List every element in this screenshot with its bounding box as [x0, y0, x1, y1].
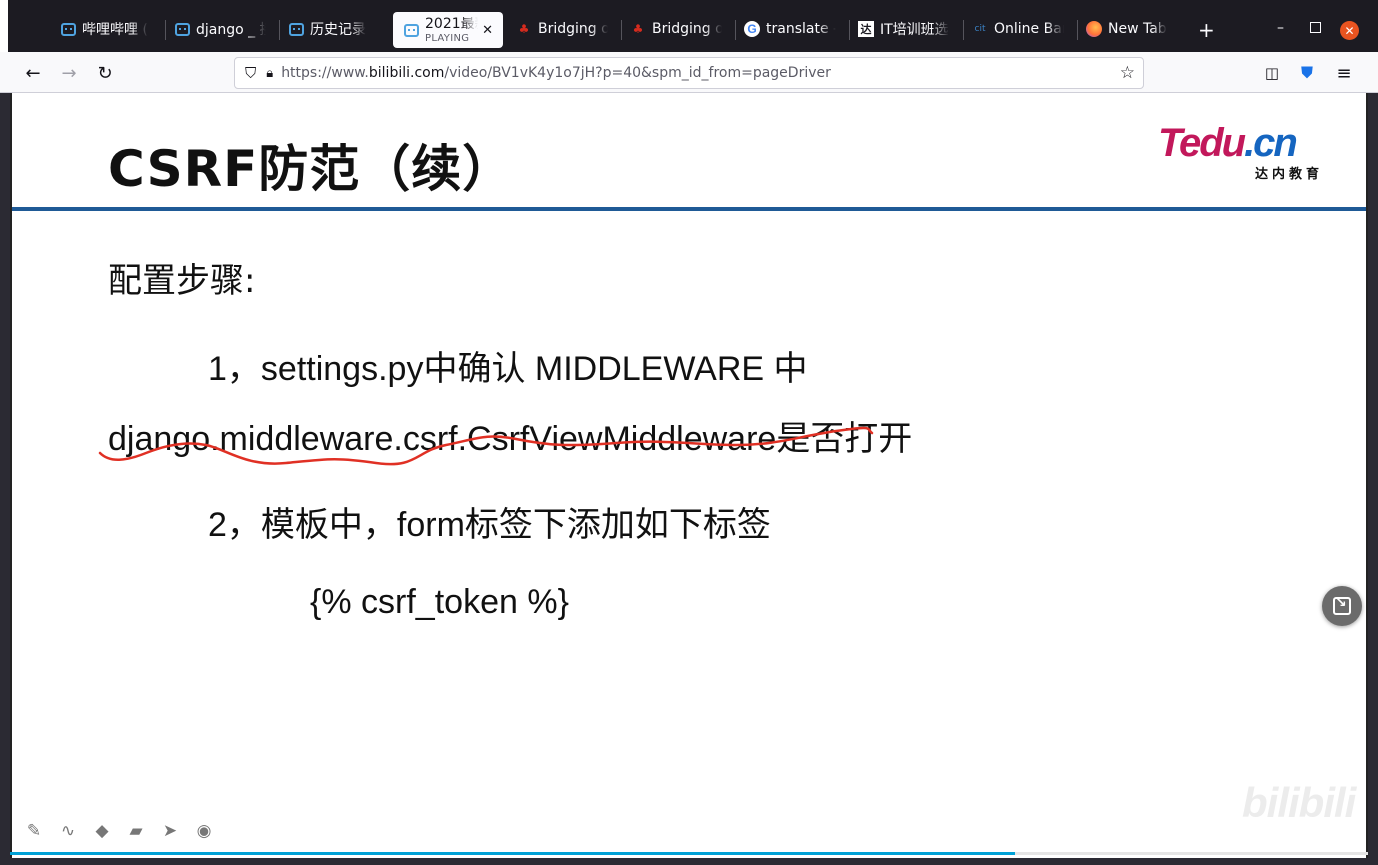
- tab-title: translate -: [766, 21, 836, 37]
- lock-icon[interactable]: 🔒︎: [266, 66, 273, 81]
- forward-icon[interactable]: →: [56, 60, 82, 86]
- url-text[interactable]: https://www.bilibili.com/video/BV1vK4y1o…: [281, 65, 831, 81]
- curve-icon[interactable]: ∿: [58, 821, 78, 841]
- tab-bilibili-home[interactable]: 哔哩哔哩 (: [50, 10, 162, 48]
- tab-title: Bridging o: [538, 21, 608, 37]
- google-icon: G: [744, 21, 760, 37]
- bookmark-star-icon[interactable]: ☆: [1120, 63, 1135, 83]
- pointer-icon[interactable]: ➤: [160, 821, 180, 841]
- bottom-frame: [0, 858, 1378, 865]
- tedu-logo: Tedu.cn 达内教育: [1158, 121, 1323, 182]
- tab-history[interactable]: 历史记录: [278, 10, 390, 48]
- window-edge: [0, 0, 8, 52]
- tab-title: django _ 接: [196, 22, 266, 38]
- tab-it-training[interactable]: 达 IT培训班选: [848, 10, 960, 48]
- tab-playing-label: PLAYING: [425, 32, 470, 44]
- annotation-toolbar: ✎ ∿ ◆ ▰ ➤ ◉: [24, 821, 214, 841]
- bilibili-icon: [174, 21, 190, 37]
- tab-bridging-2[interactable]: ♣ Bridging o: [620, 10, 732, 48]
- menu-icon[interactable]: ≡: [1331, 60, 1357, 86]
- maple-leaf-icon: ♣: [518, 22, 530, 36]
- firefox-icon: [1086, 21, 1102, 37]
- site-icon: 达: [858, 21, 874, 37]
- tab-online-bank[interactable]: cit Online Ban: [962, 10, 1074, 48]
- slide-title: CSRF防范（续）: [108, 140, 514, 198]
- video-player[interactable]: CSRF防范（续） Tedu.cn 达内教育 配置步骤: 1，settings.…: [10, 93, 1368, 858]
- tab-title: Bridging o: [652, 21, 722, 37]
- minimize-icon[interactable]: –: [1277, 20, 1284, 36]
- bilibili-icon: [60, 21, 76, 37]
- maple-leaf-icon: ♣: [632, 22, 644, 36]
- maximize-icon[interactable]: [1310, 22, 1321, 33]
- progress-fill: [10, 852, 1015, 855]
- new-tab-button[interactable]: +: [1198, 18, 1215, 42]
- extension-icon[interactable]: ⛊: [1294, 60, 1320, 86]
- tab-title: IT培训班选: [880, 22, 949, 38]
- pen-icon[interactable]: ✎: [24, 821, 44, 841]
- title-divider: [12, 207, 1366, 211]
- laser-icon[interactable]: ◉: [194, 821, 214, 841]
- reload-icon[interactable]: ↻: [92, 60, 118, 86]
- resize-icon: [1333, 595, 1351, 615]
- csrf-token-tag: {% csrf_token %}: [310, 583, 569, 621]
- tab-active-video[interactable]: 2021最新 PLAYING ✕: [393, 12, 503, 48]
- tab-strip: 哔哩哔哩 ( django _ 接 历史记录 2021最新 PLAYING ✕ …: [0, 0, 1378, 52]
- shield-icon[interactable]: ⛉: [245, 64, 256, 82]
- eraser-icon[interactable]: ▰: [126, 821, 146, 841]
- tab-title: Online Ban: [994, 21, 1064, 37]
- red-underline-annotation: [98, 426, 874, 466]
- bilibili-watermark: bilibili: [1242, 779, 1356, 826]
- video-progress-bar[interactable]: [10, 852, 1368, 855]
- highlighter-icon[interactable]: ◆: [92, 821, 112, 841]
- step-1-line: 1，settings.py中确认 MIDDLEWARE 中: [208, 350, 808, 388]
- url-bar[interactable]: ⛉ 🔒︎ https://www.bilibili.com/video/BV1v…: [234, 57, 1144, 89]
- tab-new-tab[interactable]: New Tab: [1076, 10, 1188, 48]
- steps-heading: 配置步骤:: [108, 261, 256, 301]
- bilibili-icon: [288, 21, 304, 37]
- tab-title: 历史记录: [310, 22, 366, 38]
- step-2-line: 2，模板中，form标签下添加如下标签: [208, 506, 771, 544]
- close-tab-icon[interactable]: ✕: [482, 23, 493, 38]
- tab-title: New Tab: [1108, 21, 1167, 37]
- tab-django[interactable]: django _ 接: [164, 10, 276, 48]
- bilibili-icon: [403, 22, 419, 38]
- back-icon[interactable]: ←: [20, 60, 46, 86]
- close-window-icon[interactable]: ✕: [1340, 21, 1359, 40]
- tab-title: 2021最新: [425, 16, 478, 32]
- tab-bridging-1[interactable]: ♣ Bridging o: [506, 10, 618, 48]
- pocket-icon[interactable]: ◫: [1259, 60, 1285, 86]
- navigation-bar: ← → ↻ ⛉ 🔒︎ https://www.bilibili.com/vide…: [0, 52, 1378, 93]
- exit-fullscreen-button[interactable]: [1322, 586, 1362, 626]
- tab-translate[interactable]: G translate -: [734, 10, 846, 48]
- bank-icon: cit: [974, 24, 986, 34]
- tab-title: 哔哩哔哩 (: [82, 22, 148, 38]
